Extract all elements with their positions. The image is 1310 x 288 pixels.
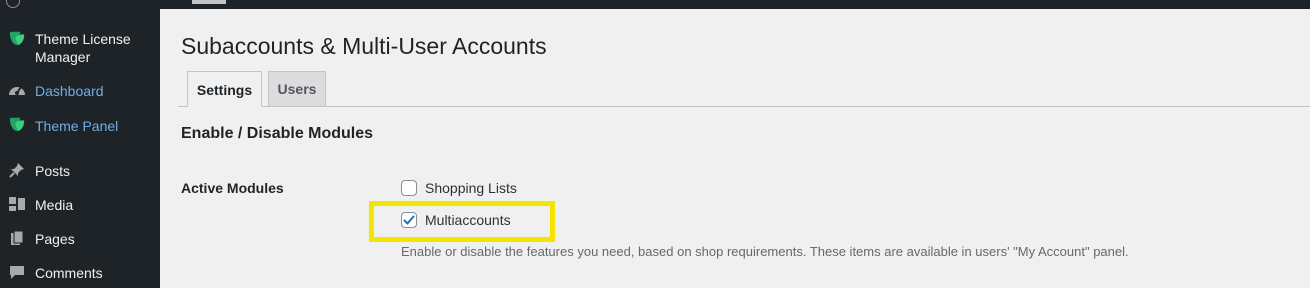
sidebar-item-label: Theme License Manager	[35, 31, 131, 65]
admin-bar-item[interactable]	[192, 0, 226, 4]
section-title: Enable / Disable Modules	[181, 125, 374, 142]
page-title: Subaccounts & Multi-User Accounts	[181, 33, 547, 59]
admin-bar	[0, 0, 1310, 9]
dashboard-gauge-icon	[8, 81, 26, 99]
checkbox-label: Shopping Lists	[425, 180, 517, 196]
sidebar-item-label: Posts	[35, 163, 71, 179]
main-content: Subaccounts & Multi-User Accounts Settin…	[160, 9, 1310, 288]
shopping-lists-checkbox[interactable]	[401, 180, 417, 196]
comment-bubble-icon	[8, 263, 26, 281]
media-icon	[8, 195, 26, 213]
sidebar-item-theme-panel[interactable]: Theme Panel	[0, 116, 160, 136]
sidebar-item-posts[interactable]: Posts	[0, 161, 160, 181]
module-shopping-lists[interactable]: Shopping Lists	[401, 179, 517, 197]
sidebar-item-comments[interactable]: Comments	[0, 263, 160, 283]
active-modules-label: Active Modules	[181, 180, 284, 196]
sidebar-item-dashboard[interactable]: Dashboard	[0, 81, 160, 101]
sidebar-item-pages[interactable]: Pages	[0, 229, 160, 249]
pages-icon	[8, 229, 26, 247]
sidebar-item-theme-license-manager[interactable]: Theme License Manager	[0, 30, 160, 66]
sidebar-item-media[interactable]: Media	[0, 195, 160, 215]
tab-settings[interactable]: Settings	[187, 71, 262, 107]
highlight-box	[369, 201, 555, 242]
tabs-divider	[178, 106, 1310, 107]
sidebar-item-label: Dashboard	[35, 83, 104, 99]
wordpress-logo-icon[interactable]	[6, 0, 20, 8]
leaf-logo-icon	[8, 30, 26, 48]
leaf-logo-icon	[8, 116, 26, 134]
field-description: Enable or disable the features you need,…	[401, 244, 1129, 259]
pushpin-icon	[8, 161, 26, 179]
sidebar-item-label: Pages	[35, 231, 75, 247]
admin-sidebar: Theme License Manager Dashboard Theme Pa…	[0, 9, 160, 288]
sidebar-item-label: Media	[35, 197, 74, 213]
tab-users[interactable]: Users	[268, 71, 326, 106]
sidebar-item-label: Theme Panel	[35, 118, 119, 134]
sidebar-item-label: Comments	[35, 265, 103, 281]
